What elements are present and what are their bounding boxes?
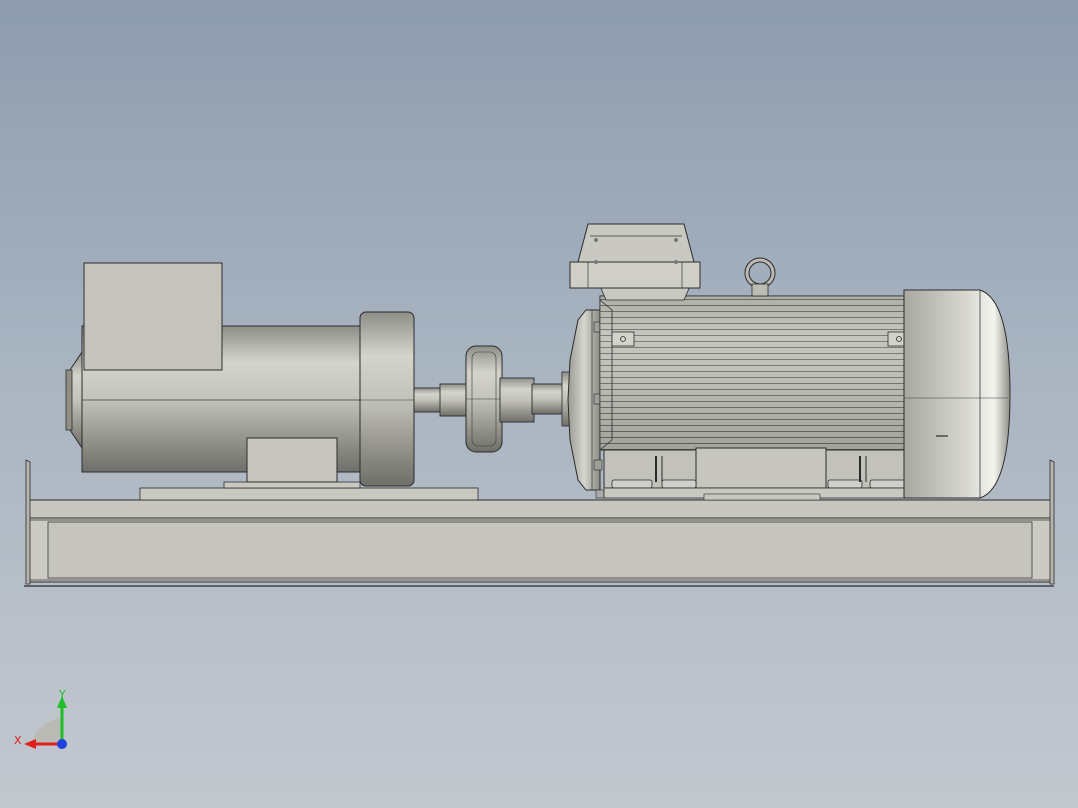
triad-y-label: Y	[58, 688, 66, 701]
shaft-coupling	[413, 345, 573, 453]
base-end-right	[1049, 459, 1055, 585]
motor-foot-center	[695, 447, 827, 489]
left-terminal-box	[83, 262, 223, 371]
left-foot	[246, 437, 338, 483]
left-foot-plate	[139, 487, 479, 501]
cad-viewport[interactable]	[0, 0, 1078, 808]
left-machine	[65, 262, 479, 501]
left-flange	[359, 311, 415, 487]
right-shaft	[531, 383, 567, 415]
orientation-triad: Y X	[14, 688, 67, 749]
electric-motor	[567, 223, 1011, 501]
base-end-left	[25, 459, 31, 585]
base-inner-web	[47, 521, 1033, 579]
motor-terminal-box	[569, 223, 701, 301]
triad-x-label: X	[14, 734, 22, 747]
base-top-plate	[27, 499, 1053, 519]
triad-plane-icon	[32, 718, 62, 744]
motor-bracket-left	[611, 331, 635, 347]
lifting-eye	[744, 257, 776, 297]
left-foot-pad	[223, 481, 361, 489]
triad-z-axis	[57, 739, 67, 749]
motor-fan-cover	[903, 289, 1011, 499]
